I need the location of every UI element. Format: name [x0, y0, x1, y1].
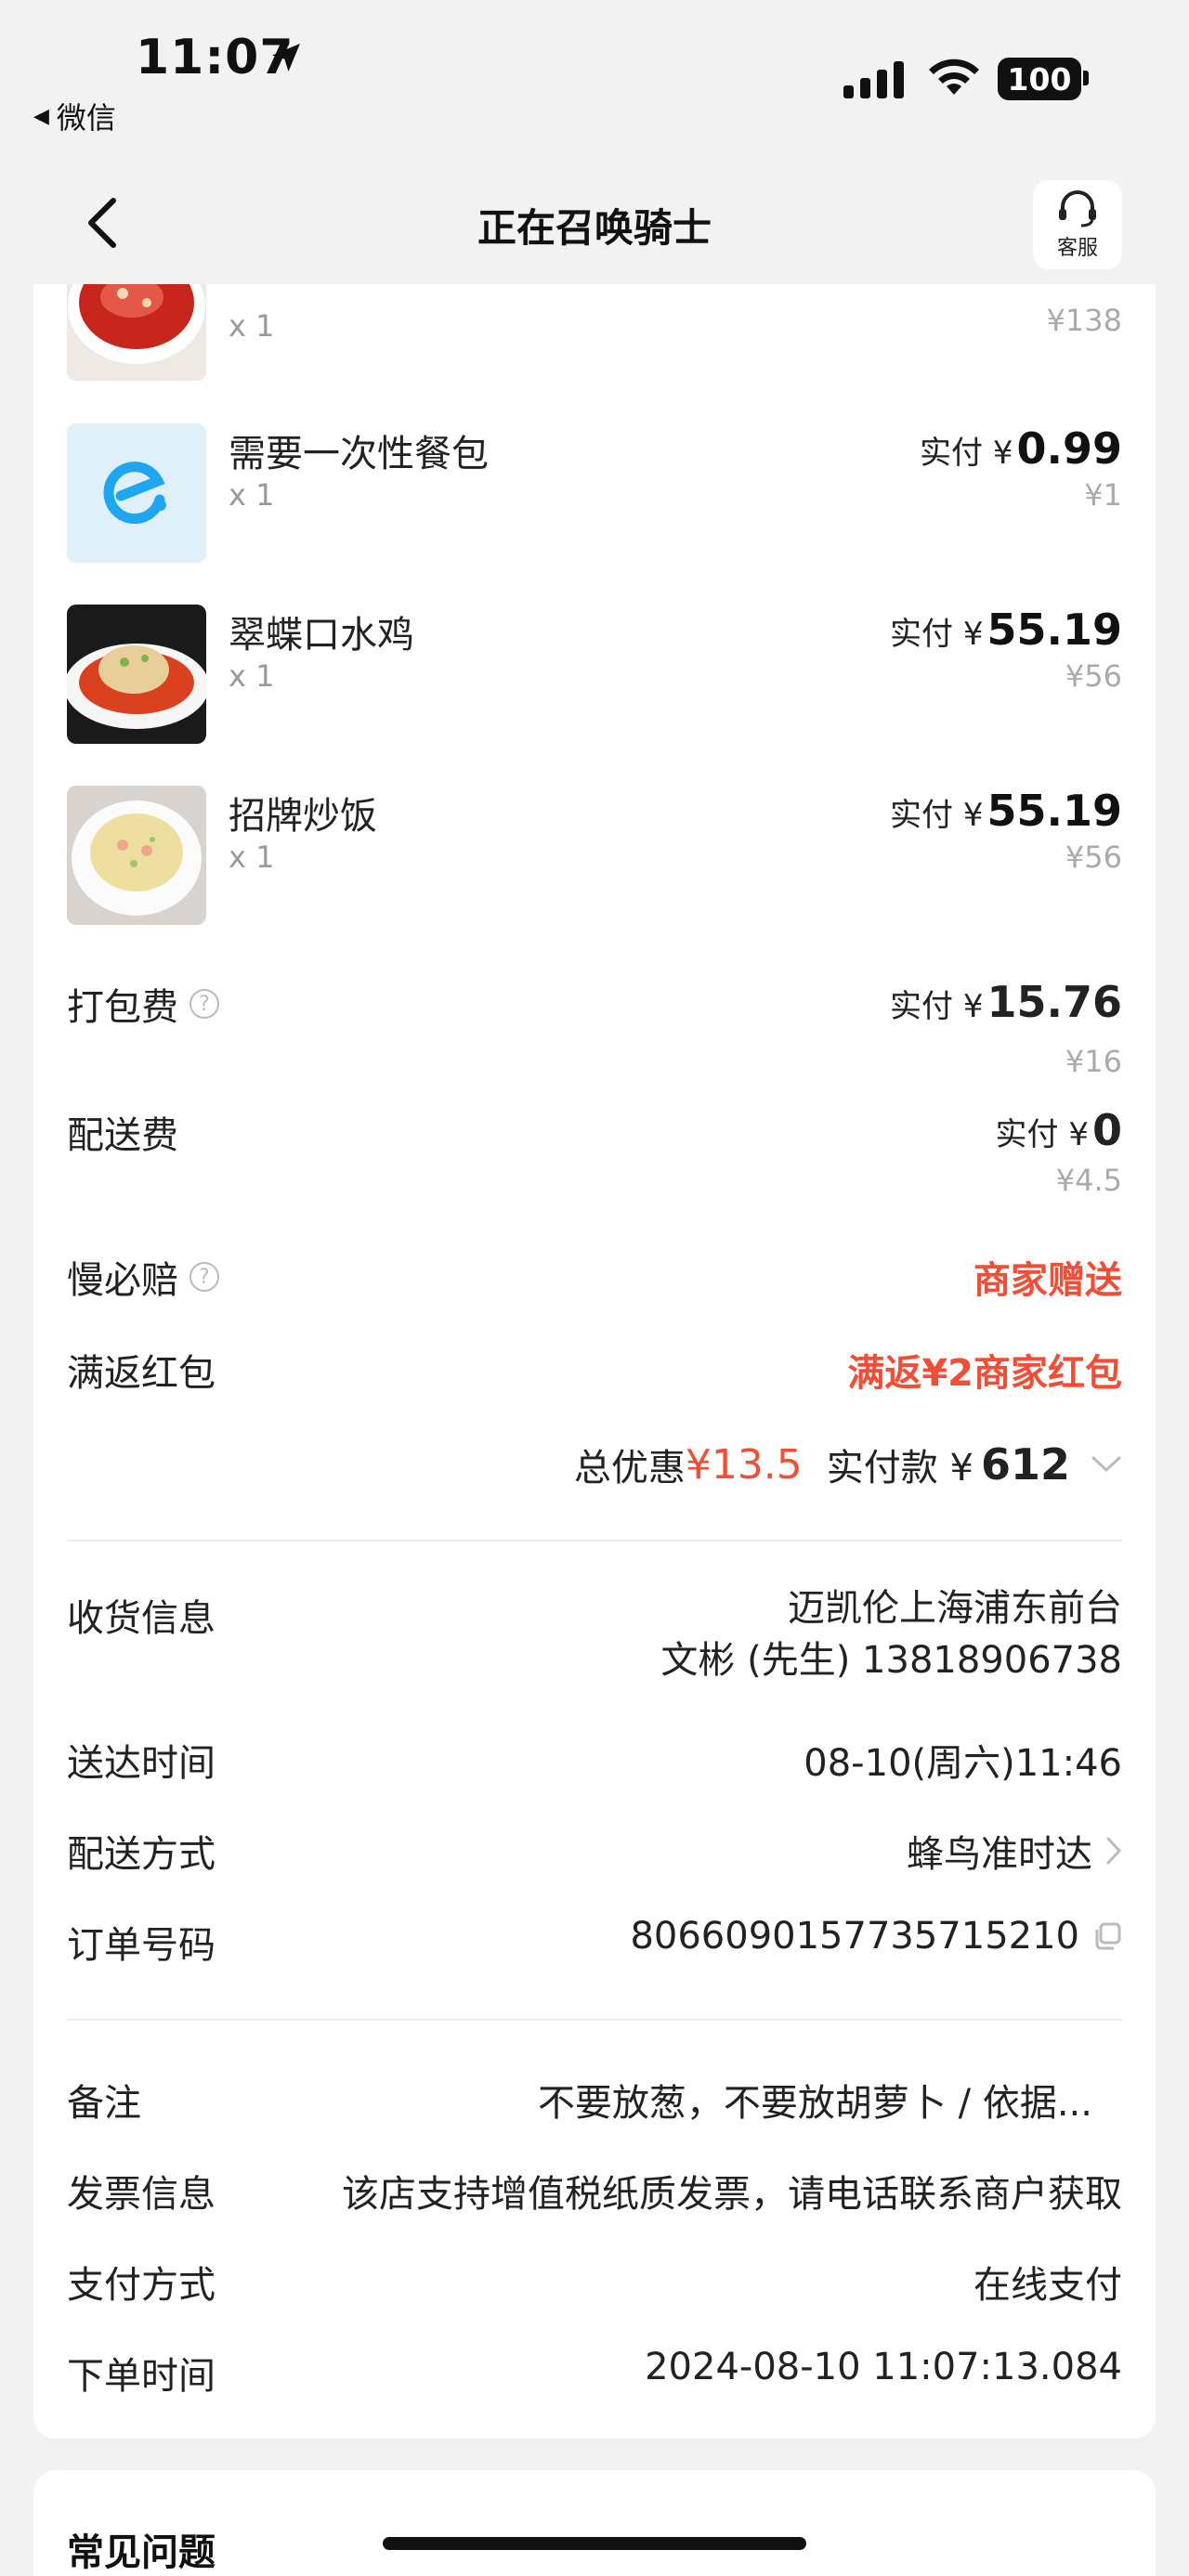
item-original-price: ¥56	[1065, 658, 1122, 694]
nav-bar: 正在召唤骑士 客服	[0, 158, 1189, 284]
paid-label: 实付 ¥	[890, 988, 984, 1025]
status-bar: 11:07 ◀ 微信 100	[0, 0, 1189, 158]
paid-label: 实付 ¥	[920, 435, 1013, 472]
item-name: 需要一次性餐包	[229, 433, 489, 475]
order-number-row: 订单号码 8066090157735715210	[67, 1915, 1122, 1969]
delivery-method-value: 蜂鸟准时达	[907, 1833, 1092, 1876]
receiver-contact: 文彬 (先生) 13818906738	[660, 1639, 1122, 1682]
packing-fee-paid: 实付 ¥ 15.76	[890, 977, 1122, 1027]
receiver-info-row: 收货信息 迈凯伦上海浦东前台 文彬 (先生) 13818906738	[67, 1587, 1122, 1682]
chevron-right-icon	[1106, 1837, 1122, 1865]
battery-indicator: 100	[998, 58, 1081, 100]
packing-fee-original: ¥16	[1065, 1044, 1122, 1079]
receiver-address: 迈凯伦上海浦东前台	[788, 1587, 1122, 1630]
note-value: 不要放葱，不要放胡萝卜 / 依据...	[537, 2082, 1092, 2125]
chevron-down-icon	[1091, 1456, 1121, 1473]
paid-amount: 0.99	[1016, 423, 1123, 474]
discount-label: 总优惠	[573, 1447, 686, 1490]
customer-service-button[interactable]: 客服	[1033, 180, 1122, 269]
red-packet-value: 满返¥2商家红包	[847, 1352, 1122, 1395]
cellular-signal-icon	[843, 61, 904, 98]
total-amount: 612	[980, 1439, 1070, 1490]
back-triangle-icon: ◀	[33, 104, 49, 128]
help-icon[interactable]: ?	[189, 989, 219, 1019]
paid-amount: 15.76	[986, 977, 1122, 1027]
order-number-value: 8066090157735715210	[630, 1915, 1079, 1958]
invoice-value: 该店支持增值税纸质发票，请电话联系商户获取	[342, 2173, 1122, 2216]
item-original-price: ¥56	[1065, 839, 1122, 875]
red-packet-row: 满返红包 满返¥2商家红包	[67, 1343, 1122, 1397]
packing-fee-label: 打包费	[67, 986, 178, 1029]
delivery-fee-paid: 实付 ¥ 0	[996, 1105, 1122, 1155]
paid-amount: 55.19	[986, 786, 1122, 836]
back-app-label: 微信	[56, 100, 116, 136]
item-paid-price: 实付 ¥ 55.19	[890, 786, 1122, 836]
delivery-fee-row: 配送费 实付 ¥ 0 ¥4.5	[67, 1105, 1122, 1198]
item-image-spicy-fish	[67, 284, 206, 381]
item-name: 招牌炒饭	[229, 795, 377, 838]
item-paid-price: 实付 ¥ 0.99	[920, 423, 1122, 474]
divider	[67, 2019, 1122, 2021]
headset-icon	[1059, 190, 1096, 228]
order-item: 需要一次性餐包 x 1 实付 ¥ 0.99 ¥1	[67, 423, 1122, 563]
payment-method-value: 在线支付	[973, 2264, 1122, 2307]
battery-tip	[1083, 71, 1089, 85]
slow-compensation-row: 慢必赔 ? 商家赠送	[67, 1250, 1122, 1304]
paid-amount: 55.19	[986, 605, 1122, 655]
delivery-method-row[interactable]: 配送方式 蜂鸟准时达	[67, 1824, 1122, 1878]
item-original-price: ¥1	[1084, 477, 1122, 513]
packing-fee-row: 打包费 ? 实付 ¥ 15.76 ¥16	[67, 977, 1122, 1079]
copy-icon[interactable]	[1092, 1921, 1122, 1951]
back-to-wechat[interactable]: ◀ 微信	[33, 95, 116, 137]
item-image-fried-rice	[67, 786, 206, 925]
discount-amount: ¥13.5	[685, 1440, 803, 1489]
divider	[67, 1540, 1122, 1542]
invoice-row: 发票信息 该店支持增值税纸质发票，请电话联系商户获取	[67, 2164, 1122, 2218]
order-time-value: 2024-08-10 11:07:13.084	[645, 2346, 1122, 2388]
paid-amount: 0	[1091, 1105, 1122, 1155]
total-label: 实付款 ¥	[826, 1447, 973, 1490]
delivery-fee-original: ¥4.5	[1055, 1163, 1122, 1198]
order-item: 翠蝶口水鸡 x 1 实付 ¥ 55.19 ¥56	[67, 605, 1122, 744]
item-qty: x 1	[229, 477, 275, 513]
note-row: 备注 不要放葱，不要放胡萝卜 / 依据...	[67, 2073, 1122, 2127]
customer-service-label: 客服	[1056, 237, 1098, 260]
paid-label: 实付 ¥	[995, 1116, 1089, 1153]
paid-label: 实付 ¥	[890, 616, 984, 653]
item-paid-price: 实付 ¥ 55.19	[890, 605, 1122, 655]
order-item: 招牌炒饭 x 1 实付 ¥ 55.19 ¥56	[67, 786, 1122, 925]
location-arrow-icon	[272, 44, 300, 72]
order-detail-card: x 1 ¥138 需要一次性餐包 x 1 实付 ¥ 0.99 ¥1 翠蝶口水鸡 …	[33, 284, 1156, 2439]
delivery-fee-label: 配送费	[67, 1114, 178, 1157]
receiver-info-value: 迈凯伦上海浦东前台 文彬 (先生) 13818906738	[660, 1582, 1122, 1686]
red-packet-label: 满返红包	[67, 1352, 216, 1395]
paid-label: 实付 ¥	[890, 797, 984, 834]
home-indicator[interactable]	[383, 2537, 806, 2550]
slow-compensation-label: 慢必赔	[67, 1259, 178, 1302]
item-qty: x 1	[229, 839, 275, 875]
item-qty: x 1	[229, 308, 275, 344]
faq-title: 常见问题	[67, 2531, 216, 2574]
arrival-time-row: 送达时间 08-10(周六)11:46	[67, 1733, 1122, 1787]
order-time-row: 下单时间 2024-08-10 11:07:13.084	[67, 2346, 1122, 2400]
item-original-price: ¥138	[1046, 303, 1122, 338]
item-image-eleme-logo	[67, 423, 206, 563]
arrival-time-value: 08-10(周六)11:46	[804, 1742, 1122, 1785]
payment-method-label: 支付方式	[67, 2264, 216, 2307]
item-image-chicken	[67, 605, 206, 744]
wifi-icon	[929, 59, 979, 95]
faq-card: 常见问题	[33, 2470, 1156, 2576]
price-summary[interactable]: 总优惠 ¥13.5 实付款 ¥ 612	[574, 1438, 1122, 1491]
payment-method-row: 支付方式 在线支付	[67, 2255, 1122, 2309]
item-qty: x 1	[229, 658, 275, 694]
item-name: 翠蝶口水鸡	[229, 614, 414, 657]
help-icon[interactable]: ?	[189, 1262, 219, 1292]
page-title: 正在召唤骑士	[477, 205, 712, 251]
slow-compensation-value: 商家赠送	[973, 1259, 1122, 1302]
order-item: x 1 ¥138	[67, 284, 1122, 381]
